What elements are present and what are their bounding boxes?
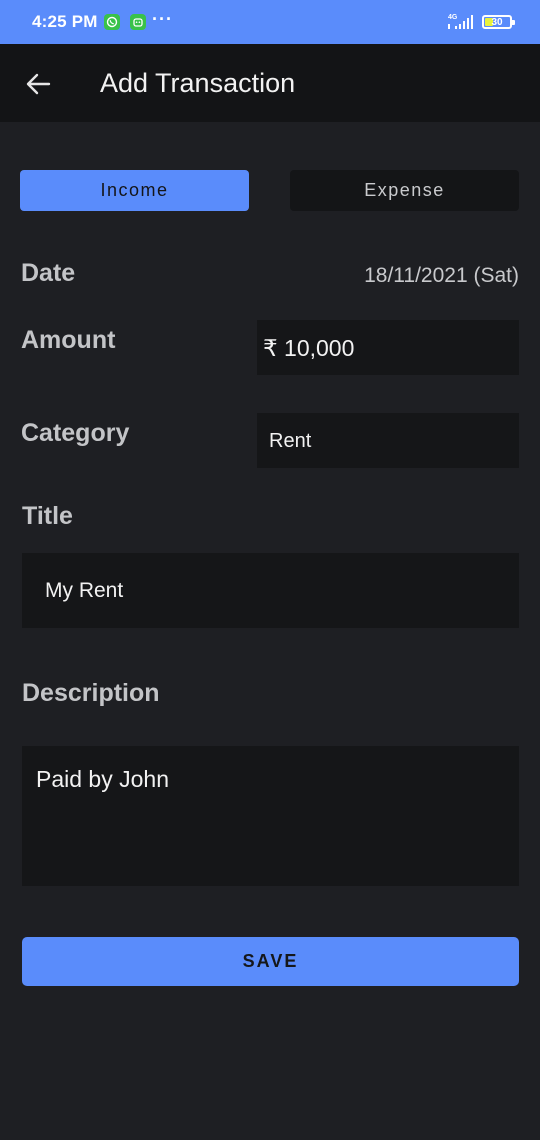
arrow-left-icon [26, 73, 51, 95]
android-notification-icon [130, 14, 146, 30]
network-type-label: 4G [448, 14, 458, 21]
battery-icon: 30 [482, 15, 515, 29]
title-input[interactable]: My Rent [22, 553, 519, 628]
page-title: Add Transaction [100, 68, 296, 98]
title-label: Title [22, 502, 73, 530]
category-select[interactable]: Rent [257, 413, 519, 468]
whatsapp-icon [104, 14, 120, 30]
income-tab[interactable]: Income [20, 170, 249, 211]
date-picker[interactable]: 18/11/2021 (Sat) [364, 264, 519, 288]
signal-icon: 4G [446, 12, 476, 32]
battery-level: 30 [491, 16, 503, 28]
description-label: Description [22, 679, 160, 707]
status-bar: 4:25 PM ··· 4G 30 [0, 0, 540, 44]
status-time: 4:25 PM [32, 12, 98, 31]
back-button[interactable] [18, 64, 58, 104]
amount-input[interactable]: ₹ 10,000 [257, 320, 519, 375]
date-label: Date [21, 259, 76, 287]
expense-tab[interactable]: Expense [290, 170, 519, 211]
category-label: Category [21, 419, 130, 447]
save-button[interactable]: SAVE [22, 937, 519, 986]
app-bar: Add Transaction [0, 44, 540, 122]
more-notifications-icon: ··· [152, 9, 173, 29]
amount-label: Amount [21, 326, 116, 354]
description-input[interactable]: Paid by John [22, 746, 519, 886]
